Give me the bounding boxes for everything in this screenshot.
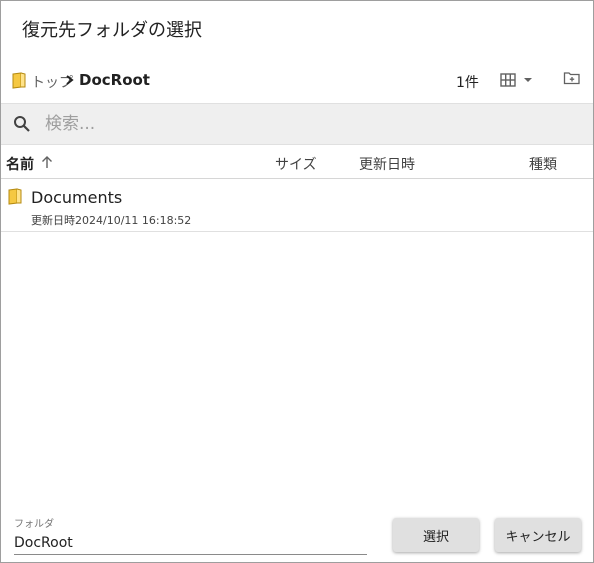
folder-field-label: フォルダ [14,519,54,530]
folder-select-dialog: 復元先フォルダの選択 トップ DocRoot 1件 検索... 名前 サイズ 更… [0,0,594,563]
cancel-button[interactable]: キャンセル [495,518,581,552]
list-item[interactable]: Documents 更新日時2024/10/11 16:18:52 [1,180,593,232]
item-count: 1件 [456,75,479,91]
breadcrumb-current: DocRoot [79,71,150,89]
new-folder-icon [563,72,580,85]
select-button[interactable]: 選択 [393,518,479,552]
column-updated[interactable]: 更新日時 [359,154,415,174]
folder-field: フォルダ [14,513,367,556]
sort-ascending-icon[interactable] [40,154,54,174]
column-type[interactable]: 種類 [529,154,557,174]
column-name[interactable]: 名前 [6,154,34,174]
column-header: 名前 サイズ 更新日時 種類 [1,144,593,179]
grid-view-icon [500,73,516,87]
search-input[interactable] [45,110,565,138]
folder-icon [8,188,22,209]
chevron-right-icon [64,71,76,93]
dialog-title: 復元先フォルダの選択 [22,20,202,41]
breadcrumb: トップ DocRoot 1件 [1,63,593,99]
column-size[interactable]: サイズ [275,154,317,174]
new-folder-button[interactable] [563,70,585,92]
chevron-down-icon [524,78,532,82]
search-bar [1,103,593,144]
file-updated: 更新日時2024/10/11 16:18:52 [31,214,192,227]
file-name: Documents [31,188,123,207]
folder-icon [12,72,26,93]
folder-input[interactable] [14,531,367,555]
view-toggle-button[interactable] [499,70,539,92]
search-icon [13,115,31,137]
